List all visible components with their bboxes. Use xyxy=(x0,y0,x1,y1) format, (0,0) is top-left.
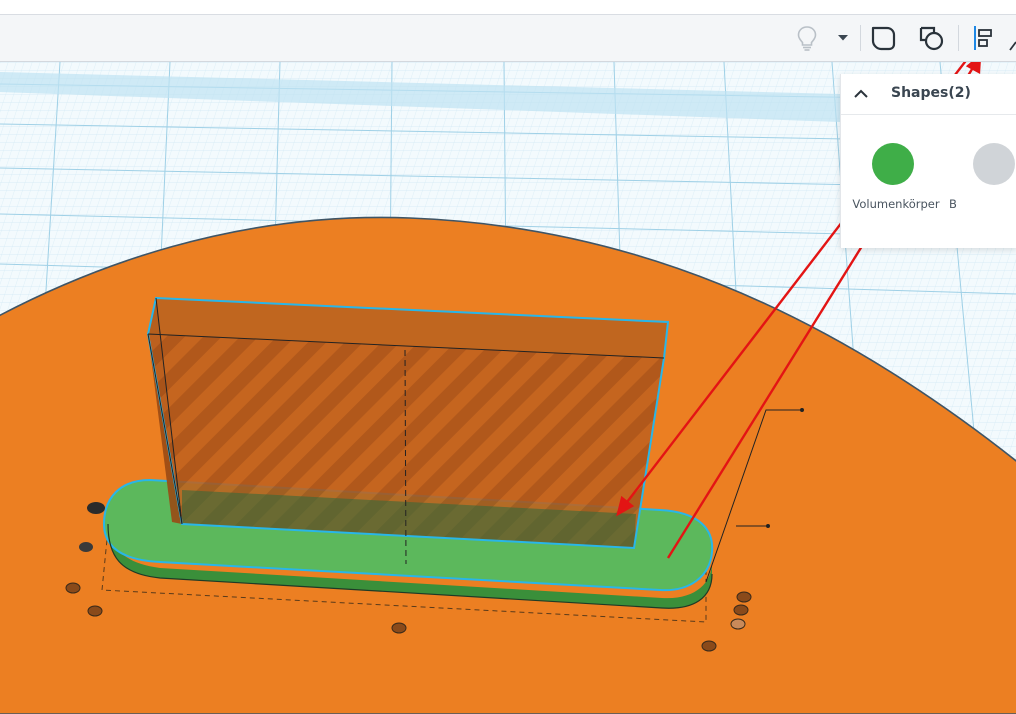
chevron-up-icon[interactable] xyxy=(851,84,871,104)
shapes-panel-title: Shapes(2) xyxy=(891,85,971,101)
hole-color-swatch xyxy=(973,143,1015,185)
toolbar-divider-2 xyxy=(958,25,959,51)
lightbulb-icon[interactable] xyxy=(790,21,824,55)
group-icon[interactable] xyxy=(866,21,900,55)
chevron-down-icon[interactable] xyxy=(828,21,858,55)
editor-toolbar xyxy=(0,15,1016,62)
align-icon[interactable] xyxy=(966,21,1000,55)
browser-top-strip xyxy=(0,0,1016,15)
shapes-panel: Shapes(2) Volumenkörper B xyxy=(840,74,1016,248)
shapes-panel-title-text: Shapes xyxy=(891,85,949,101)
shapes-panel-header[interactable]: Shapes(2) xyxy=(841,74,1016,115)
shape-item-hole[interactable]: B xyxy=(841,134,1016,224)
toolbar-divider xyxy=(860,25,861,51)
shape-item-label-2: B xyxy=(949,197,957,211)
ungroup-icon[interactable] xyxy=(914,21,948,55)
shapes-count: (2) xyxy=(948,85,971,101)
flip-icon[interactable] xyxy=(1004,21,1016,55)
